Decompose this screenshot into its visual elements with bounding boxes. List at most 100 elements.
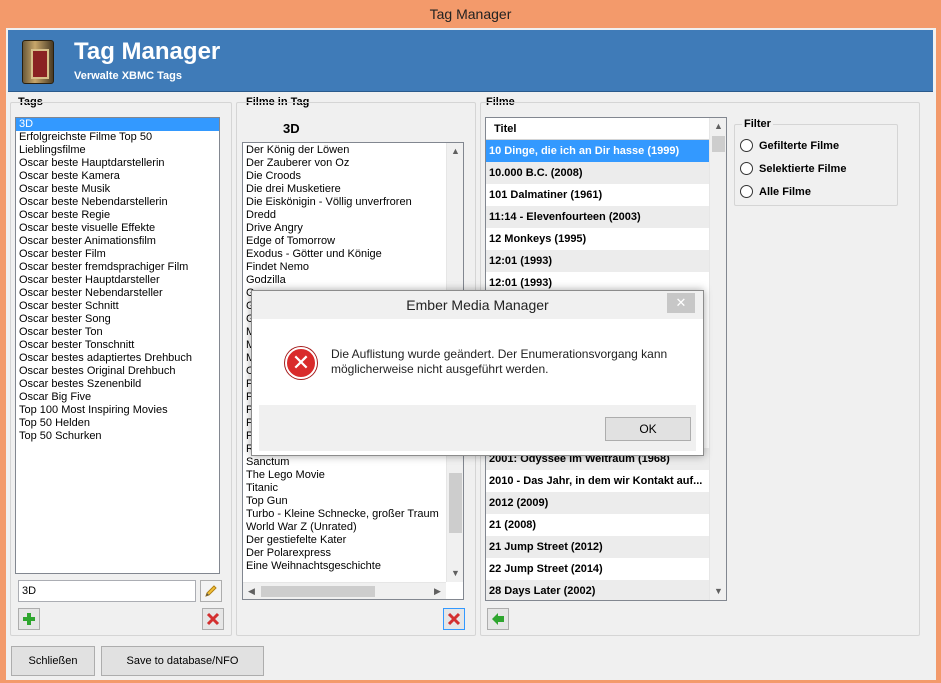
table-row[interactable]: 22 Jump Street (2014) <box>486 558 709 580</box>
filter-option-label: Alle Filme <box>759 185 811 198</box>
add-tag-button[interactable] <box>18 608 40 630</box>
dialog-body: ✕ Die Auflistung wurde geändert. Der Enu… <box>259 319 696 405</box>
tag-list-item[interactable]: Oscar bester Nebendarsteller <box>16 287 219 300</box>
column-header-title[interactable]: Titel <box>486 118 726 140</box>
scroll-up-arrow-icon[interactable]: ▲ <box>447 143 463 160</box>
movie-in-tag-item[interactable]: Sanctum <box>243 456 446 469</box>
table-row[interactable]: 11:14 - Elevenfourteen (2003) <box>486 206 709 228</box>
movie-in-tag-item[interactable]: Der Polarexpress <box>243 547 446 560</box>
header-banner: Tag Manager Verwalte XBMC Tags <box>8 30 933 92</box>
tag-list-item[interactable]: Top 100 Most Inspiring Movies <box>16 404 219 417</box>
tag-name-input[interactable]: 3D <box>18 580 196 602</box>
filter-radio-all[interactable]: Alle Filme <box>740 185 811 198</box>
film-reel-icon <box>22 40 54 84</box>
movie-in-tag-item[interactable]: Edge of Tomorrow <box>243 235 446 248</box>
tag-list-item[interactable]: Oscar beste Regie <box>16 209 219 222</box>
table-row[interactable]: 2012 (2009) <box>486 492 709 514</box>
ok-button[interactable]: OK <box>605 417 691 441</box>
movie-in-tag-item[interactable]: Die drei Musketiere <box>243 183 446 196</box>
tag-list-item[interactable]: Oscar beste Kamera <box>16 170 219 183</box>
tags-list[interactable]: 3D Erfolgreichste Filme Top 50 Lieblingsfi… <box>15 117 220 574</box>
tag-list-item[interactable]: Oscar bester Song <box>16 313 219 326</box>
tag-list-item[interactable]: Oscar bester fremdsprachiger Film <box>16 261 219 274</box>
tag-list-item[interactable]: Oscar bester Animationsfilm <box>16 235 219 248</box>
tag-list-item[interactable]: Oscar bestes Original Drehbuch <box>16 365 219 378</box>
title-bar: Tag Manager <box>0 0 941 28</box>
tag-list-item[interactable]: 3D <box>16 118 219 131</box>
tag-list-item[interactable]: Oscar bestes adaptiertes Drehbuch <box>16 352 219 365</box>
table-row[interactable]: 12 Monkeys (1995) <box>486 228 709 250</box>
table-row[interactable]: 28 Days Later (2002) <box>486 580 709 600</box>
movie-in-tag-item[interactable]: World War Z (Unrated) <box>243 521 446 534</box>
movie-in-tag-item[interactable]: Der König der Löwen <box>243 144 446 157</box>
scroll-left-arrow-icon[interactable]: ◀ <box>243 583 260 599</box>
table-row[interactable]: 21 (2008) <box>486 514 709 536</box>
tag-list-item[interactable]: Oscar Big Five <box>16 391 219 404</box>
tag-list-item[interactable]: Oscar beste Musik <box>16 183 219 196</box>
movie-in-tag-item[interactable]: Der Zauberer von Oz <box>243 157 446 170</box>
scroll-thumb[interactable] <box>712 136 725 152</box>
tag-list-item[interactable]: Lieblingsfilme <box>16 144 219 157</box>
scroll-down-arrow-icon[interactable]: ▼ <box>447 565 463 582</box>
dialog-footer: OK <box>259 405 696 451</box>
filter-radio-selected[interactable]: Selektierte Filme <box>740 162 846 175</box>
movies-vscroll[interactable]: ▲ ▼ <box>709 118 726 600</box>
tag-list-item[interactable]: Oscar bester Tonschnitt <box>16 339 219 352</box>
error-dialog: Ember Media Manager ✕ ✕ Die Auflistung w… <box>251 290 704 456</box>
table-row[interactable]: 10 Dinge, die ich an Dir hasse (1999) <box>486 140 709 162</box>
tag-list-item[interactable]: Top 50 Schurken <box>16 430 219 443</box>
filter-radio-filtered[interactable]: Gefilterte Filme <box>740 139 839 152</box>
tag-list-item[interactable]: Oscar beste visuelle Effekte <box>16 222 219 235</box>
tag-list-item[interactable]: Oscar bester Hauptdarsteller <box>16 274 219 287</box>
current-tag-label: 3D <box>283 121 300 136</box>
movie-in-tag-item[interactable]: Godzilla <box>243 274 446 287</box>
tag-list-item[interactable]: Oscar bester Ton <box>16 326 219 339</box>
tag-list-item[interactable]: Top 50 Helden <box>16 417 219 430</box>
movie-in-tag-item[interactable]: Der gestiefelte Kater <box>243 534 446 547</box>
movie-in-tag-item[interactable]: Turbo - Kleine Schnecke, großer Traum <box>243 508 446 521</box>
tag-list-item[interactable]: Oscar beste Nebendarstellerin <box>16 196 219 209</box>
table-row[interactable]: 21 Jump Street (2012) <box>486 536 709 558</box>
dialog-close-button[interactable]: ✕ <box>667 293 695 313</box>
tag-list-item[interactable]: Oscar beste Hauptdarstellerin <box>16 157 219 170</box>
movie-in-tag-item[interactable]: Dredd <box>243 209 446 222</box>
add-to-tag-button[interactable] <box>487 608 509 630</box>
dialog-title: Ember Media Manager <box>406 297 549 313</box>
scroll-thumb[interactable] <box>449 473 462 533</box>
delete-tag-button[interactable] <box>202 608 224 630</box>
error-icon: ✕ <box>285 347 317 379</box>
tag-list-item[interactable]: Oscar bestes Szenenbild <box>16 378 219 391</box>
movie-in-tag-item[interactable]: Die Croods <box>243 170 446 183</box>
table-row[interactable]: 101 Dalmatiner (1961) <box>486 184 709 206</box>
rename-tag-button[interactable] <box>200 580 222 602</box>
movie-in-tag-item[interactable]: Exodus - Götter und Könige <box>243 248 446 261</box>
remove-from-tag-button[interactable] <box>443 608 465 630</box>
hscroll-thumb[interactable] <box>261 586 375 597</box>
filter-option-label: Selektierte Filme <box>759 162 847 175</box>
movies-in-tag-hscroll[interactable]: ◀ ▶ <box>243 582 446 599</box>
scroll-right-arrow-icon[interactable]: ▶ <box>429 583 446 599</box>
movie-in-tag-item[interactable]: Findet Nemo <box>243 261 446 274</box>
table-row[interactable]: 10.000 B.C. (2008) <box>486 162 709 184</box>
tag-list-item[interactable]: Oscar bester Schnitt <box>16 300 219 313</box>
movie-in-tag-item[interactable]: The Lego Movie <box>243 469 446 482</box>
movie-in-tag-item[interactable]: Eine Weihnachtsgeschichte <box>243 560 446 573</box>
tag-list-item[interactable]: Erfolgreichste Filme Top 50 <box>16 131 219 144</box>
save-button[interactable]: Save to database/NFO <box>101 646 264 676</box>
close-button[interactable]: Schließen <box>11 646 95 676</box>
movie-in-tag-item[interactable]: Titanic <box>243 482 446 495</box>
header-title: Tag Manager <box>74 38 221 65</box>
movie-in-tag-item[interactable]: Die Eiskönigin - Völlig unverfroren <box>243 196 446 209</box>
movie-in-tag-item[interactable]: Top Gun <box>243 495 446 508</box>
pencil-icon <box>205 585 217 597</box>
movie-in-tag-item[interactable]: Drive Angry <box>243 222 446 235</box>
plus-icon <box>23 613 35 625</box>
scroll-up-arrow-icon[interactable]: ▲ <box>710 118 726 135</box>
x-icon <box>447 612 461 626</box>
window-title: Tag Manager <box>429 6 512 22</box>
tag-list-item[interactable]: Oscar bester Film <box>16 248 219 261</box>
radio-circle-icon <box>740 162 753 175</box>
table-row[interactable]: 12:01 (1993) <box>486 250 709 272</box>
table-row[interactable]: 2010 - Das Jahr, in dem wir Kontakt auf.… <box>486 470 709 492</box>
scroll-down-arrow-icon[interactable]: ▼ <box>710 583 726 600</box>
